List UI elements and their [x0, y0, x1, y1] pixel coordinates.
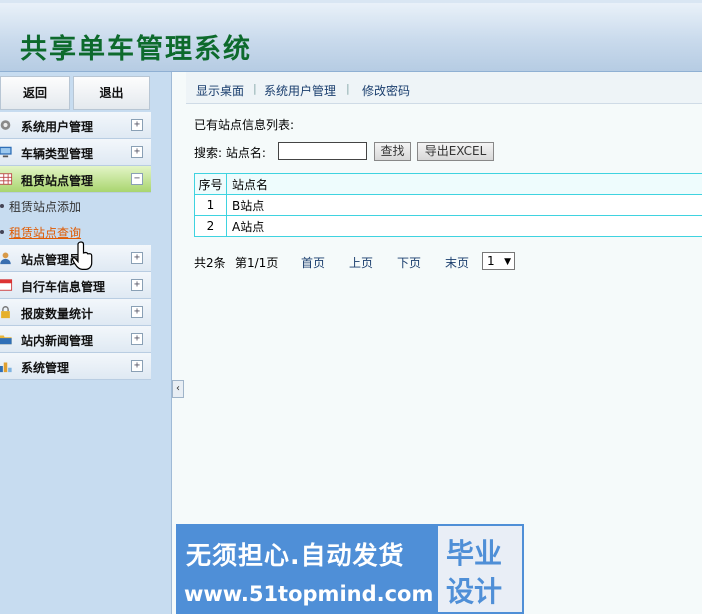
sidebar-item-station-news[interactable]: 站内新闻管理 + [0, 326, 151, 353]
first-page-link[interactable]: 首页 [301, 254, 325, 271]
column-header-station-name: 站点名 [226, 173, 702, 195]
logout-button[interactable]: 退出 [73, 76, 150, 110]
table-icon [0, 173, 13, 185]
change-password-link[interactable]: 修改密码 [362, 82, 410, 99]
find-button[interactable]: 查找 [374, 142, 411, 161]
sidebar-top-buttons: 返回 退出 [0, 76, 151, 110]
search-bar: 搜索: 站点名: 查找 导出EXCEL [194, 142, 694, 162]
row-station-name: A站点 [226, 215, 702, 237]
stations-table: 序号 站点名 1 B站点 2 A站点 [194, 173, 702, 237]
sidebar-item-label: 车辆类型管理 [21, 147, 94, 161]
bullet-icon [0, 204, 4, 208]
sidebar-item-label: 报废数量统计 [21, 307, 94, 321]
folder-icon [0, 335, 12, 345]
last-page-link[interactable]: 末页 [445, 254, 469, 271]
expand-toggle[interactable]: + [131, 279, 143, 291]
watermark-slogan: 无须担心.自动发货 [186, 541, 405, 570]
sidebar-item-label: 系统管理 [21, 361, 70, 375]
separator: | [253, 82, 257, 95]
separator: | [346, 82, 350, 95]
row-index: 1 [194, 194, 227, 216]
lock-icon [1, 306, 10, 319]
back-button[interactable]: 返回 [0, 76, 70, 110]
app-title: 共享单车管理系统 [20, 34, 252, 65]
app-header: 共享单车管理系统 [0, 0, 702, 72]
expand-toggle[interactable]: + [131, 252, 143, 264]
expand-toggle[interactable]: + [131, 146, 143, 158]
top-links-bar: 显示桌面 | 系统用户管理 | 修改密码 [186, 72, 702, 104]
row-station-name: B站点 [226, 194, 702, 216]
pager-total: 共2条 [194, 256, 226, 270]
row-index: 2 [194, 215, 227, 237]
expand-toggle[interactable]: + [131, 306, 143, 318]
search-label: 搜索: 站点名: [194, 146, 266, 160]
sidebar-item-scrap-stats[interactable]: 报废数量统计 + [0, 299, 151, 326]
next-page-link[interactable]: 下页 [397, 254, 421, 271]
sidebar-item-rental-stations[interactable]: 租赁站点管理 − [0, 166, 151, 193]
table-row: 2 A站点 [194, 215, 702, 237]
sidebar-item-system-admin[interactable]: 系统管理 + [0, 353, 151, 380]
expand-toggle[interactable]: + [131, 360, 143, 372]
watermark-badge-line2: 设计 [446, 575, 503, 608]
pagination: 共2条 第1/1页 首页 上页 下页 末页 1 ▼ [194, 252, 694, 272]
sidebar-item-label: 自行车信息管理 [21, 280, 106, 294]
column-header-index: 序号 [194, 173, 227, 195]
watermark-badge: 毕业 设计 [438, 526, 522, 612]
page-select-value: 1 [487, 254, 495, 268]
page-select[interactable]: 1 ▼ [482, 252, 515, 270]
sidebar-item-vehicle-types[interactable]: 车辆类型管理 + [0, 139, 151, 166]
sidebar-subitem-label: 租赁站点查询 [9, 226, 82, 240]
gear-icon [0, 120, 11, 130]
sidebar-item-label: 站内新闻管理 [21, 334, 94, 348]
user-icon [0, 252, 11, 265]
expand-toggle[interactable]: + [131, 119, 143, 131]
show-desktop-link[interactable]: 显示桌面 [196, 82, 244, 99]
sidebar-collapse-button[interactable]: ‹ [172, 380, 184, 398]
sidebar-subitem-add-station[interactable]: 租赁站点添加 [0, 193, 151, 219]
collapse-toggle[interactable]: − [131, 173, 143, 185]
bullet-icon [0, 230, 4, 234]
export-excel-button[interactable]: 导出EXCEL [417, 142, 494, 161]
sidebar-item-label: 租赁站点管理 [21, 174, 94, 188]
list-heading: 已有站点信息列表: [194, 118, 295, 132]
table-header-row: 序号 站点名 [194, 173, 702, 195]
station-name-input[interactable] [278, 142, 367, 160]
sidebar-item-system-users[interactable]: 系统用户管理 + [0, 112, 151, 139]
expand-toggle[interactable]: + [131, 333, 143, 345]
dropdown-arrow-icon: ▼ [504, 257, 511, 267]
calendar-icon [0, 279, 13, 291]
watermark-url: www.51topmind.com [184, 582, 434, 606]
pager-page-info: 第1/1页 [235, 256, 279, 270]
prev-page-link[interactable]: 上页 [349, 254, 373, 271]
monitor-icon [0, 146, 12, 158]
watermark-badge-line1: 毕业 [446, 537, 503, 570]
sidebar: 返回 退出 系统用户管理 + 车辆类型管理 + 租赁站点管理 − 租赁站点添加 … [0, 72, 172, 614]
system-users-link[interactable]: 系统用户管理 [264, 82, 336, 99]
mouse-cursor-icon [72, 241, 93, 270]
chart-icon [0, 362, 12, 373]
sidebar-item-label: 系统用户管理 [21, 120, 94, 134]
watermark-banner: 无须担心.自动发货 www.51topmind.com 毕业 设计 [176, 524, 524, 614]
sidebar-item-bike-info[interactable]: 自行车信息管理 + [0, 272, 151, 299]
table-row: 1 B站点 [194, 194, 702, 216]
sidebar-subitem-label: 租赁站点添加 [9, 200, 82, 214]
